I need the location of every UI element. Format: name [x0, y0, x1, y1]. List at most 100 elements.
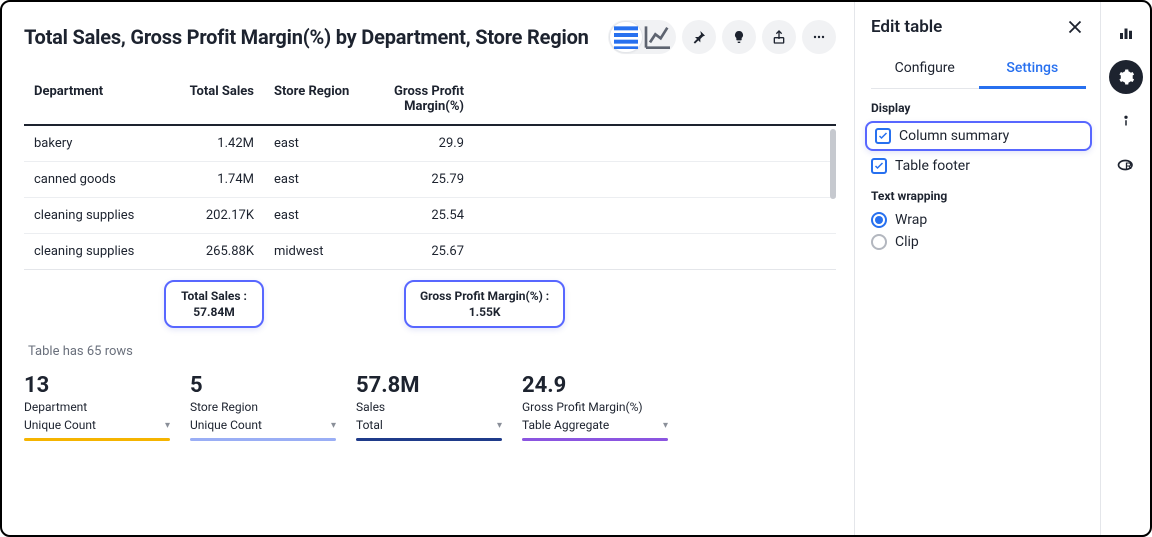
cell-store-region: east	[264, 125, 374, 162]
r-logo-icon: R	[1117, 156, 1135, 174]
summary-agg-label: Total	[356, 418, 383, 432]
option-table-footer[interactable]: Table footer	[871, 155, 1086, 177]
rail-info-button[interactable]	[1109, 104, 1143, 138]
chevron-down-icon: ▾	[331, 420, 336, 431]
summary-accent-bar	[190, 438, 336, 441]
column-summary-callouts: Total Sales : 57.84M Gross Profit Margin…	[24, 280, 836, 328]
option-clip[interactable]: Clip	[871, 231, 1086, 253]
tab-configure[interactable]: Configure	[871, 56, 979, 88]
chevron-down-icon: ▾	[165, 420, 170, 431]
summary-agg-label: Unique Count	[24, 418, 96, 432]
cell-total-sales: 202.17K	[154, 198, 264, 234]
gear-icon	[1117, 68, 1135, 86]
callout-gpm: Gross Profit Margin(%) : 1.55K	[404, 280, 565, 328]
callout-value: 57.84M	[180, 304, 248, 320]
line-chart-icon	[642, 21, 674, 53]
cell-gpm: 25.54	[374, 198, 474, 234]
summary-agg-dropdown[interactable]: Total ▾	[356, 416, 502, 438]
table-view-button[interactable]	[610, 22, 642, 52]
toolbar	[608, 20, 836, 54]
summary-label: Gross Profit Margin(%)	[522, 400, 668, 414]
section-display: Display	[871, 101, 1086, 115]
summary-value: 57.8M	[356, 373, 502, 398]
cell-gpm: 29.9	[374, 125, 474, 162]
scroll-thumb[interactable]	[830, 129, 836, 199]
checkbox-checked-icon	[875, 128, 891, 144]
summary-agg-label: Unique Count	[190, 418, 262, 432]
section-text-wrapping: Text wrapping	[871, 189, 1086, 203]
col-header-total-sales[interactable]: Total Sales	[154, 74, 264, 125]
cell-department: canned goods	[24, 162, 154, 198]
rail-settings-button[interactable]	[1109, 60, 1143, 94]
summary-label: Store Region	[190, 400, 336, 414]
bar-chart-icon	[1117, 24, 1135, 42]
col-header-gpm[interactable]: Gross Profit Margin(%)	[374, 74, 474, 125]
edit-table-panel: Edit table Configure Settings Display Co…	[854, 2, 1100, 535]
summary-card: 24.9 Gross Profit Margin(%) Table Aggregat…	[522, 373, 688, 441]
callout-label: Gross Profit Margin(%) :	[420, 288, 549, 304]
cell-total-sales: 265.88K	[154, 234, 264, 270]
table-header-row: Department Total Sales Store Region Gros…	[24, 74, 836, 125]
cell-store-region: midwest	[264, 234, 374, 270]
col-header-store-region[interactable]: Store Region	[264, 74, 374, 125]
table-row[interactable]: cleaning supplies202.17Keast25.54	[24, 198, 836, 234]
view-toggle	[608, 20, 676, 54]
summary-value: 5	[190, 373, 336, 398]
summary-label: Sales	[356, 400, 502, 414]
more-horizontal-icon	[811, 29, 827, 45]
close-panel-button[interactable]	[1064, 16, 1086, 38]
table-row[interactable]: bakery1.42Meast29.9	[24, 125, 836, 162]
summary-footer: 13 Department Unique Count ▾ 5 Store Region Un…	[24, 373, 836, 441]
cell-store-region: east	[264, 162, 374, 198]
summary-accent-bar	[24, 438, 170, 441]
radio-unselected-icon	[871, 234, 887, 250]
option-label: Column summary	[899, 128, 1009, 144]
summary-agg-label: Table Aggregate	[522, 418, 609, 432]
pin-button[interactable]	[682, 20, 716, 54]
table-row[interactable]: canned goods1.74Meast25.79	[24, 162, 836, 198]
table-row[interactable]: cleaning supplies265.88Kmidwest25.67	[24, 234, 836, 270]
col-header-department[interactable]: Department	[24, 74, 154, 125]
svg-text:R: R	[1125, 161, 1132, 171]
cell-total-sales: 1.42M	[154, 125, 264, 162]
ideas-button[interactable]	[722, 20, 756, 54]
more-button[interactable]	[802, 20, 836, 54]
summary-value: 13	[24, 373, 170, 398]
cell-department: bakery	[24, 125, 154, 162]
cell-total-sales: 1.74M	[154, 162, 264, 198]
summary-agg-dropdown[interactable]: Unique Count ▾	[190, 416, 336, 438]
radio-selected-icon	[871, 212, 887, 228]
option-label: Table footer	[895, 158, 970, 174]
summary-card: 13 Department Unique Count ▾	[24, 373, 190, 441]
callout-value: 1.55K	[420, 304, 549, 320]
chevron-down-icon: ▾	[663, 420, 668, 431]
summary-card: 57.8M Sales Total ▾	[356, 373, 522, 441]
row-count-text: Table has 65 rows	[28, 344, 836, 359]
chevron-down-icon: ▾	[497, 420, 502, 431]
lightbulb-icon	[731, 29, 747, 45]
option-column-summary[interactable]: Column summary	[865, 121, 1092, 151]
summary-agg-dropdown[interactable]: Unique Count ▾	[24, 416, 170, 438]
option-label: Clip	[895, 234, 919, 250]
share-button[interactable]	[762, 20, 796, 54]
rail-chart-button[interactable]	[1109, 16, 1143, 50]
checkbox-checked-icon	[871, 158, 887, 174]
summary-value: 24.9	[522, 373, 668, 398]
tab-settings[interactable]: Settings	[979, 56, 1087, 89]
summary-accent-bar	[522, 438, 668, 441]
chart-view-button[interactable]	[642, 22, 674, 52]
rail-r-button[interactable]: R	[1109, 148, 1143, 182]
info-icon	[1117, 112, 1135, 130]
data-table: Department Total Sales Store Region Gros…	[24, 74, 836, 270]
summary-label: Department	[24, 400, 170, 414]
close-icon	[1064, 16, 1086, 38]
option-wrap[interactable]: Wrap	[871, 209, 1086, 231]
table-scrollbar[interactable]	[830, 129, 836, 269]
summary-accent-bar	[356, 438, 502, 441]
summary-card: 5 Store Region Unique Count ▾	[190, 373, 356, 441]
cell-gpm: 25.79	[374, 162, 474, 198]
summary-agg-dropdown[interactable]: Table Aggregate ▾	[522, 416, 668, 438]
cell-store-region: east	[264, 198, 374, 234]
right-rail: R	[1100, 2, 1150, 535]
share-icon	[771, 29, 787, 45]
